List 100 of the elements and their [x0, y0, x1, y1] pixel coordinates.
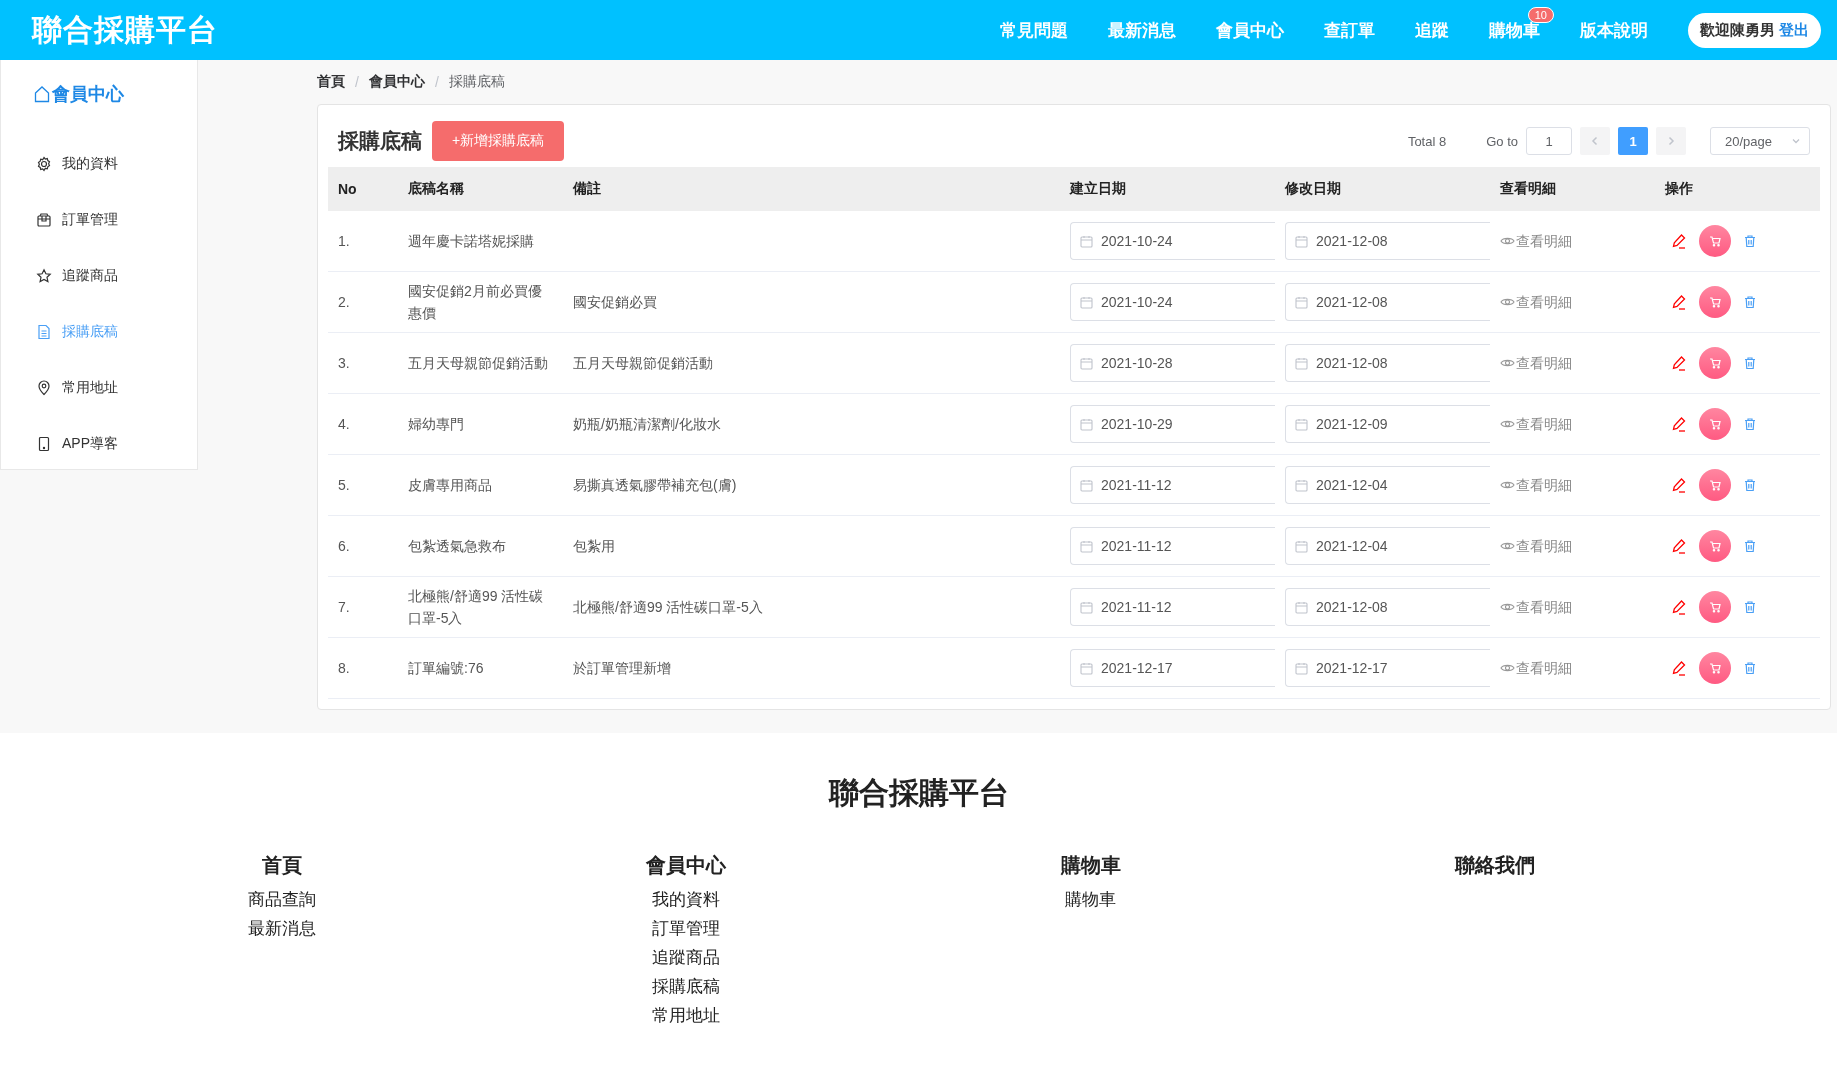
modified-date-field[interactable]: 2021-12-17 — [1285, 649, 1490, 687]
column-header: 備註 — [563, 167, 1060, 211]
created-date-field[interactable]: 2021-10-24 — [1070, 283, 1275, 321]
add-to-cart-button[interactable] — [1699, 408, 1731, 440]
footer-link[interactable]: 商品查詢 — [248, 885, 317, 914]
trash-icon[interactable] — [1743, 661, 1757, 675]
created-date-field[interactable]: 2021-10-29 — [1070, 405, 1275, 443]
column-header: 修改日期 — [1275, 167, 1490, 211]
edit-pencil-icon[interactable] — [1671, 599, 1687, 615]
calendar-icon — [1080, 418, 1093, 431]
chevron-left-icon — [1590, 136, 1600, 146]
trash-icon[interactable] — [1743, 417, 1757, 431]
edit-pencil-icon[interactable] — [1671, 294, 1687, 310]
view-details-link[interactable]: 查看明細 — [1500, 473, 1572, 497]
calendar-icon — [1295, 601, 1308, 614]
created-date-field[interactable]: 2021-12-17 — [1070, 649, 1275, 687]
breadcrumb-link[interactable]: 首頁 — [317, 73, 345, 91]
view-details-link[interactable]: 查看明細 — [1500, 351, 1572, 375]
edit-pencil-icon[interactable] — [1671, 477, 1687, 493]
modified-date-field[interactable]: 2021-12-04 — [1285, 527, 1490, 565]
breadcrumb-link[interactable]: 採購底稿 — [448, 73, 505, 91]
add-to-cart-button[interactable] — [1699, 469, 1731, 501]
note-cell: 易撕真透氣膠帶補充包(膚) — [563, 455, 1060, 516]
view-details-link[interactable]: 查看明細 — [1500, 412, 1572, 436]
footer-link[interactable]: 採購底稿 — [652, 972, 721, 1001]
add-to-cart-button[interactable] — [1699, 530, 1731, 562]
modified-date-field[interactable]: 2021-12-04 — [1285, 466, 1490, 504]
sidebar-item[interactable]: 我的資料 — [1, 136, 197, 192]
total-count: Total 8 — [1407, 133, 1447, 149]
edit-pencil-icon[interactable] — [1671, 538, 1687, 554]
footer-link[interactable]: 常用地址 — [652, 1001, 721, 1030]
view-details-link[interactable]: 查看明細 — [1500, 656, 1572, 680]
created-date-field[interactable]: 2021-10-24 — [1070, 222, 1275, 260]
created-date-field[interactable]: 2021-11-12 — [1070, 466, 1275, 504]
chevron-right-icon — [1666, 136, 1676, 146]
trash-icon[interactable] — [1743, 478, 1757, 492]
add-to-cart-button[interactable] — [1699, 286, 1731, 318]
draft-name-cell: 訂單編號:76 — [398, 638, 563, 699]
note-cell: 五月天母親節促銷活動 — [563, 333, 1060, 394]
sidebar-item[interactable]: APP導客 — [1, 416, 197, 472]
trash-icon[interactable] — [1743, 234, 1757, 248]
created-date-field[interactable]: 2021-10-28 — [1070, 344, 1275, 382]
calendar-icon — [1080, 601, 1093, 614]
created-date-field[interactable]: 2021-11-12 — [1070, 527, 1275, 565]
note-cell: 包紮用 — [563, 516, 1060, 577]
modified-date-field[interactable]: 2021-12-09 — [1285, 405, 1490, 443]
view-details-link[interactable]: 查看明細 — [1500, 229, 1572, 253]
cart-icon — [1709, 601, 1721, 613]
calendar-icon — [1295, 418, 1308, 431]
sidebar-item[interactable]: 常用地址 — [1, 360, 197, 416]
page-size-select[interactable]: 20/page — [1710, 127, 1810, 155]
footer-heading: 購物車 — [1060, 853, 1121, 878]
add-to-cart-button[interactable] — [1699, 652, 1731, 684]
box-icon — [36, 212, 52, 228]
row-number: 7. — [328, 577, 398, 638]
phone-icon — [36, 436, 52, 452]
calendar-icon — [1080, 357, 1093, 370]
trash-icon[interactable] — [1743, 539, 1757, 553]
view-details-link[interactable]: 查看明細 — [1500, 290, 1572, 314]
row-number: 2. — [328, 272, 398, 333]
modified-date-field[interactable]: 2021-12-08 — [1285, 588, 1490, 626]
eye-icon — [1500, 419, 1515, 429]
footer-link[interactable]: 追蹤商品 — [652, 943, 721, 972]
modified-date-field[interactable]: 2021-12-08 — [1285, 344, 1490, 382]
sidebar-title[interactable]: 會員中心 — [1, 82, 197, 106]
view-details-link[interactable]: 查看明細 — [1500, 595, 1572, 619]
eye-icon — [1500, 236, 1515, 246]
view-details-link[interactable]: 查看明細 — [1500, 534, 1572, 558]
edit-pencil-icon[interactable] — [1671, 660, 1687, 676]
eye-icon — [1500, 480, 1515, 490]
footer-link[interactable]: 購物車 — [1065, 885, 1117, 914]
eye-icon — [1500, 663, 1515, 673]
note-cell: 國安促銷必買 — [563, 272, 1060, 333]
modified-date-field[interactable]: 2021-12-08 — [1285, 222, 1490, 260]
calendar-icon — [1080, 662, 1093, 675]
footer-link[interactable]: 最新消息 — [248, 914, 317, 943]
created-date-field[interactable]: 2021-11-12 — [1070, 588, 1275, 626]
breadcrumb-link[interactable]: 會員中心 — [368, 73, 425, 91]
add-to-cart-button[interactable] — [1699, 347, 1731, 379]
footer-heading: 會員中心 — [646, 853, 727, 878]
footer-link[interactable]: 訂單管理 — [652, 914, 721, 943]
eye-icon — [1500, 602, 1515, 612]
edit-pencil-icon[interactable] — [1671, 355, 1687, 371]
calendar-icon — [1295, 540, 1308, 553]
edit-pencil-icon[interactable] — [1671, 233, 1687, 249]
calendar-icon — [1295, 296, 1308, 309]
footer-link[interactable]: 我的資料 — [652, 885, 721, 914]
edit-pencil-icon[interactable] — [1671, 416, 1687, 432]
home-icon — [34, 85, 50, 103]
goto-page-field[interactable]: 1 — [1526, 127, 1572, 155]
logout-link[interactable]: 登出 — [1779, 20, 1809, 40]
trash-icon[interactable] — [1743, 356, 1757, 370]
modified-date-field[interactable]: 2021-12-08 — [1285, 283, 1490, 321]
sidebar-item[interactable]: 追蹤商品 — [1, 248, 197, 304]
sidebar-item[interactable]: 訂單管理 — [1, 192, 197, 248]
trash-icon[interactable] — [1743, 295, 1757, 309]
draft-name-cell: 婦幼專門 — [398, 394, 563, 455]
trash-icon[interactable] — [1743, 600, 1757, 614]
add-to-cart-button[interactable] — [1699, 591, 1731, 623]
add-to-cart-button[interactable] — [1699, 225, 1731, 257]
